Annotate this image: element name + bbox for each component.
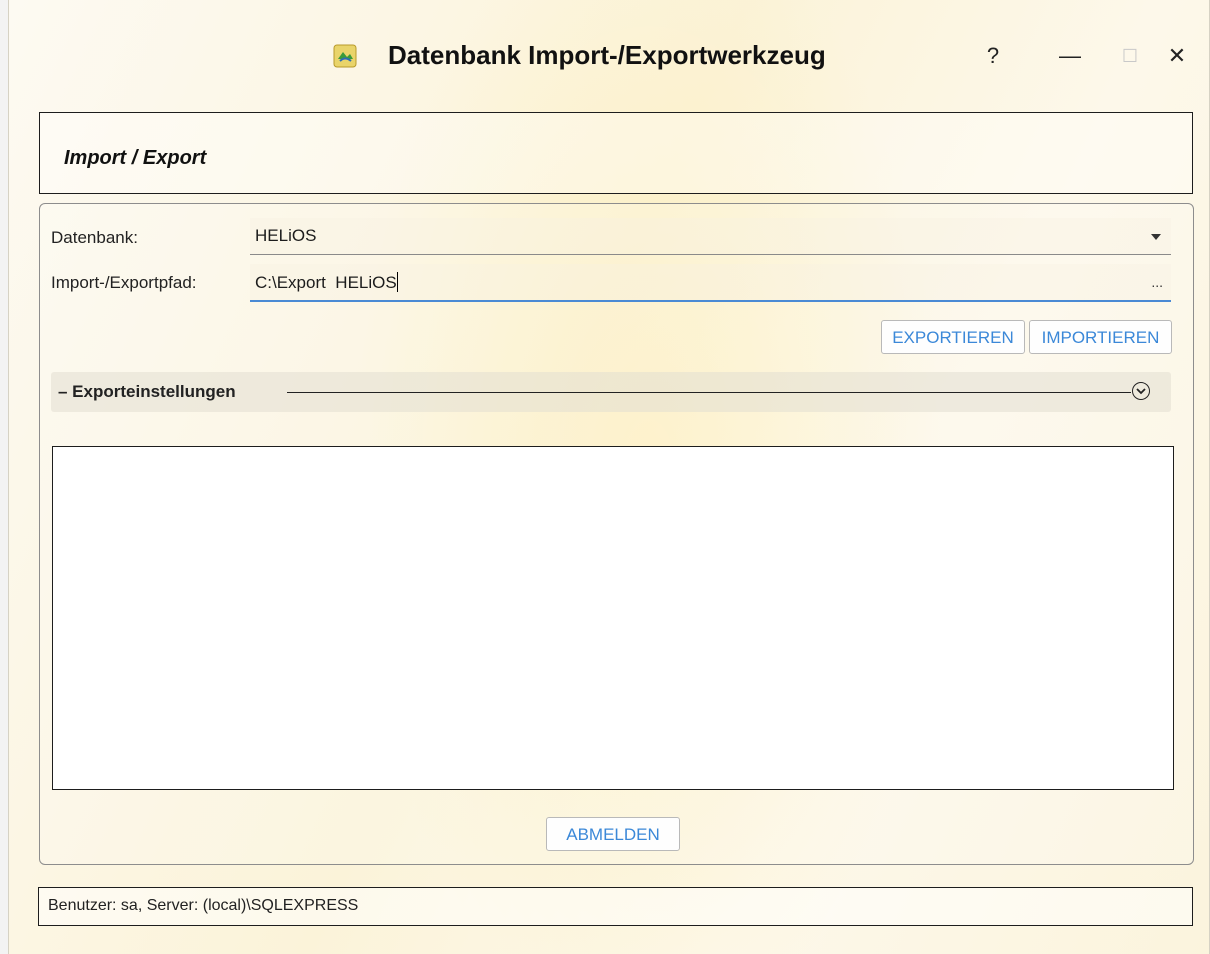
database-label: Datenbank: bbox=[51, 228, 138, 247]
caret-down-icon bbox=[1151, 234, 1161, 240]
minimize-button[interactable]: — bbox=[1052, 38, 1088, 74]
export-settings-content bbox=[52, 446, 1174, 790]
page-title: Import / Export bbox=[64, 147, 207, 169]
help-button[interactable]: ? bbox=[975, 38, 1011, 74]
divider bbox=[287, 392, 1131, 393]
main-panel: Datenbank: HELiOS Import-/Exportpfad: C:… bbox=[39, 203, 1194, 865]
maximize-button: ☐ bbox=[1121, 46, 1139, 66]
database-dropdown[interactable]: HELiOS bbox=[250, 218, 1171, 255]
app-icon bbox=[333, 44, 357, 68]
export-button[interactable]: EXPORTIEREN bbox=[881, 320, 1025, 354]
export-settings-header[interactable]: – Exporteinstellungen bbox=[51, 372, 1171, 412]
title-bar[interactable]: Datenbank Import-/Exportwerkzeug ? — ☐ ✕ bbox=[9, 0, 1209, 110]
logout-button[interactable]: ABMELDEN bbox=[546, 817, 680, 851]
status-text: Benutzer: sa, Server: (local)\SQLEXPRESS bbox=[48, 897, 359, 914]
status-bar: Benutzer: sa, Server: (local)\SQLEXPRESS bbox=[38, 887, 1193, 926]
close-button[interactable]: ✕ bbox=[1159, 38, 1195, 74]
export-settings-title: – Exporteinstellungen bbox=[58, 382, 236, 401]
path-label: Import-/Exportpfad: bbox=[51, 273, 197, 292]
browse-button[interactable]: ... bbox=[1151, 274, 1163, 290]
app-window: Datenbank Import-/Exportwerkzeug ? — ☐ ✕… bbox=[8, 0, 1210, 954]
database-value: HELiOS bbox=[255, 226, 317, 245]
chevron-circle-icon[interactable] bbox=[1132, 382, 1150, 400]
import-button[interactable]: IMPORTIEREN bbox=[1029, 320, 1172, 354]
path-value: C:\Export HELiOS bbox=[255, 272, 398, 292]
window-title: Datenbank Import-/Exportwerkzeug bbox=[388, 40, 826, 70]
header-panel: Import / Export bbox=[39, 112, 1193, 194]
path-input[interactable]: C:\Export HELiOS ... bbox=[250, 264, 1171, 302]
